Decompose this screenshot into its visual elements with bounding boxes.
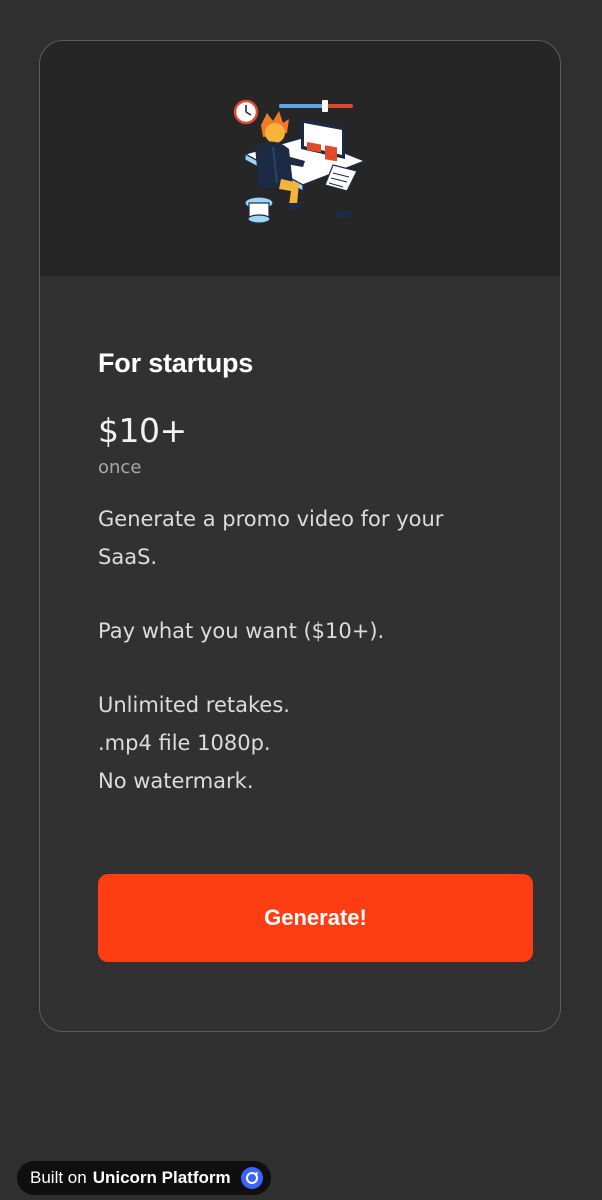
description-paragraph: Pay what you want ($10+). (98, 619, 385, 644)
plan-price: $10+ (98, 411, 187, 450)
description-paragraph: Unlimited retakes. .mp4 file 1080p. No w… (98, 693, 290, 794)
developer-at-desk-illustration (233, 99, 368, 224)
plan-title: For startups (98, 348, 254, 378)
generate-button[interactable]: Generate! (98, 874, 533, 963)
badge-brand: Unicorn Platform (92, 1168, 231, 1187)
built-on-badge[interactable]: Built on Unicorn Platform (17, 1161, 271, 1195)
unicorn-platform-logo-icon (240, 1167, 263, 1189)
billing-period: once (98, 457, 142, 479)
description-paragraph: Generate a promo video for your SaaS. (98, 507, 444, 570)
page: For startups $10+ once Generate a promo … (0, 0, 602, 1200)
plan-description: Generate a promo video for your SaaS. Pa… (98, 500, 533, 800)
badge-prefix: Built on (30, 1168, 87, 1187)
card-body: For startups $10+ once Generate a promo … (40, 276, 560, 963)
card-hero (40, 41, 560, 276)
pricing-card: For startups $10+ once Generate a promo … (39, 40, 561, 1032)
